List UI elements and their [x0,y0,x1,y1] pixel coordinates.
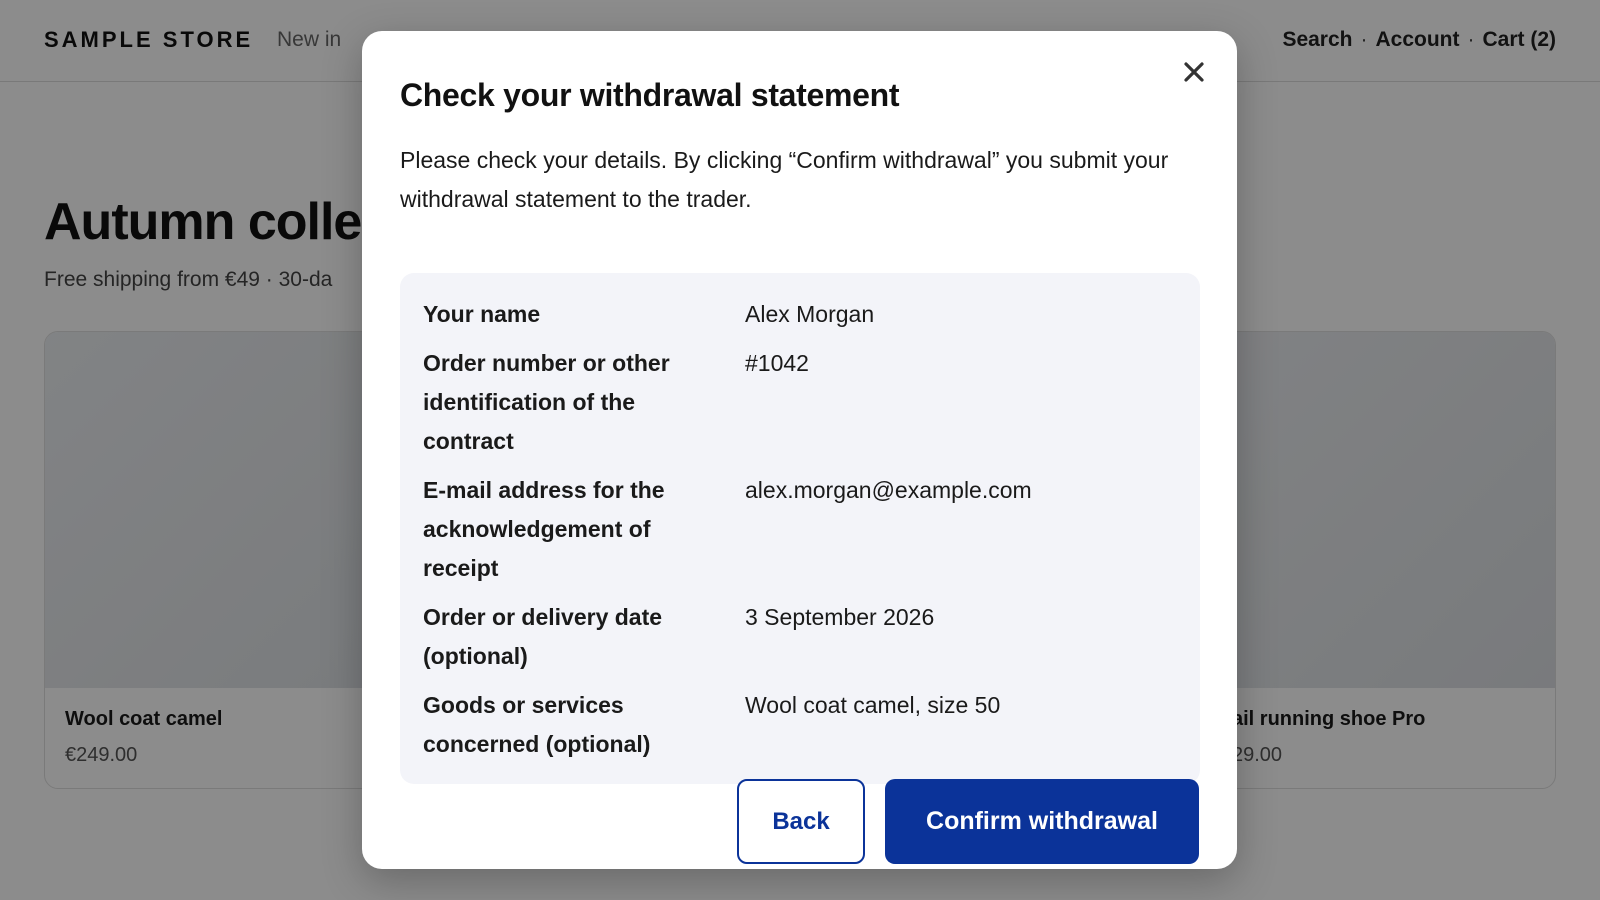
store-page: SAMPLE STORE New in Search · Account · C… [0,0,1600,900]
back-button[interactable]: Back [737,779,865,864]
summary-label: E-mail address for the acknowledgement o… [423,477,665,581]
summary-row: Order or delivery date (optional) 3 Sept… [423,598,1177,676]
dialog-title: Check your withdrawal statement [400,77,900,113]
summary-value: Wool coat camel, size 50 [745,692,1001,718]
summary-row: Your name Alex Morgan [423,295,1177,334]
summary-value: #1042 [745,350,809,376]
summary-label: Order or delivery date (optional) [423,604,663,669]
withdrawal-summary: Your name Alex Morgan Order number or ot… [400,273,1200,784]
summary-value: alex.morgan@example.com [745,477,1032,503]
summary-label: Your name [423,301,541,327]
summary-label: Goods or services concerned (optional) [423,692,651,757]
close-button[interactable] [1177,55,1211,89]
summary-label: Order number or other identification of … [423,350,670,454]
confirm-withdrawal-button[interactable]: Confirm withdrawal [885,779,1199,864]
summary-value: 3 September 2026 [745,604,935,630]
withdrawal-dialog: Check your withdrawal statement Please c… [362,31,1237,869]
summary-row: Goods or services concerned (optional) W… [423,686,1177,764]
summary-row: E-mail address for the acknowledgement o… [423,471,1177,588]
close-icon [1184,62,1204,82]
dialog-intro: Please check your details. By clicking “… [400,147,1169,212]
summary-row: Order number or other identification of … [423,344,1177,461]
summary-value: Alex Morgan [745,301,875,327]
